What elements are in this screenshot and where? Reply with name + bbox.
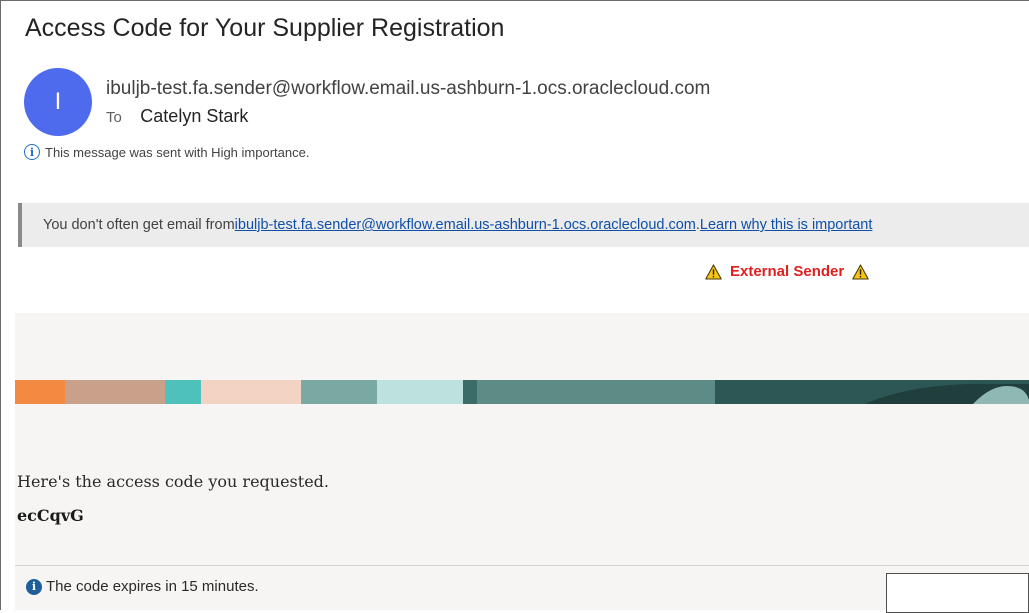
warning-icon <box>705 263 722 280</box>
info-icon: i <box>26 578 42 595</box>
recipient-name[interactable]: Catelyn Stark <box>140 106 248 126</box>
sender-address[interactable]: ibuljb-test.fa.sender@workflow.email.us-… <box>106 78 710 100</box>
external-sender-label: External Sender <box>730 263 845 280</box>
importance-text: This message was sent with High importan… <box>45 144 310 160</box>
expiry-notice: i The code expires in 15 minutes. <box>26 578 259 595</box>
warning-icon <box>852 263 869 280</box>
expiry-text: The code expires in 15 minutes. <box>46 578 259 595</box>
side-panel-box <box>886 573 1029 613</box>
learn-why-important-link[interactable]: Learn why this is important <box>700 217 872 233</box>
importance-notice: i This message was sent with High import… <box>24 144 309 160</box>
body-divider <box>15 565 1029 566</box>
email-subject: Access Code for Your Supplier Registrati… <box>25 14 505 42</box>
decorative-header-banner <box>15 380 1029 404</box>
avatar-initial: I <box>54 88 62 115</box>
safety-tip-sender-link[interactable]: ibuljb-test.fa.sender@workflow.email.us-… <box>235 217 696 233</box>
access-code-intro: Here's the access code you requested. <box>17 472 329 491</box>
sender-avatar[interactable]: I <box>24 68 92 136</box>
recipient-row: To Catelyn Stark <box>106 106 248 127</box>
safety-tip-text: You don't often get email from <box>43 217 235 233</box>
first-contact-safety-tip: You don't often get email from ibuljb-te… <box>18 203 1029 247</box>
info-icon: i <box>24 144 40 160</box>
to-label: To <box>106 109 122 126</box>
external-sender-banner: External Sender <box>705 263 869 280</box>
access-code: ecCqvG <box>17 506 84 525</box>
